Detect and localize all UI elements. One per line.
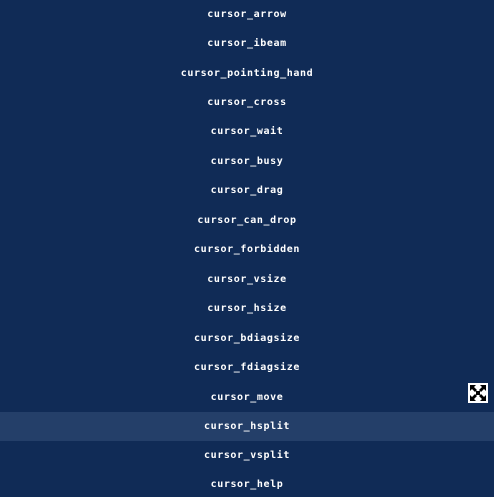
list-item-cursor-fdiagsize[interactable]: CURSOR_FDIAGSIZE bbox=[0, 353, 494, 382]
list-item-cursor-forbidden[interactable]: CURSOR_FORBIDDEN bbox=[0, 235, 494, 264]
list-item-label: CURSOR_HELP bbox=[210, 479, 284, 490]
list-item-label: CURSOR_VSIZE bbox=[207, 274, 287, 285]
list-item-cursor-can-drop[interactable]: CURSOR_CAN_DROP bbox=[0, 206, 494, 235]
list-item-cursor-pointing-hand[interactable]: CURSOR_POINTING_HAND bbox=[0, 59, 494, 88]
list-item-label: CURSOR_BDIAGSIZE bbox=[194, 333, 300, 344]
list-item-label: CURSOR_CROSS bbox=[207, 97, 287, 108]
list-item-label: CURSOR_HSPLIT bbox=[203, 421, 291, 432]
list-item-cursor-arrow[interactable]: CURSOR_ARROW bbox=[0, 0, 494, 29]
list-item-cursor-bdiagsize[interactable]: CURSOR_BDIAGSIZE bbox=[0, 324, 494, 353]
list-item-cursor-move[interactable]: CURSOR_MOVE bbox=[0, 383, 494, 412]
list-item-cursor-ibeam[interactable]: CURSOR_IBEAM bbox=[0, 29, 494, 58]
list-item-label: CURSOR_ARROW bbox=[207, 9, 287, 20]
move-cursor-icon bbox=[468, 383, 488, 403]
list-item-cursor-cross[interactable]: CURSOR_CROSS bbox=[0, 88, 494, 117]
list-item-cursor-busy[interactable]: CURSOR_BUSY bbox=[0, 147, 494, 176]
list-item-cursor-hsize[interactable]: CURSOR_HSIZE bbox=[0, 294, 494, 323]
list-item-label: CURSOR_DRAG bbox=[210, 185, 284, 196]
list-item-label: CURSOR_FDIAGSIZE bbox=[194, 362, 300, 373]
list-item-label: CURSOR_MOVE bbox=[210, 392, 284, 403]
list-item-cursor-help[interactable]: CURSOR_HELP bbox=[0, 470, 494, 497]
list-item-label: CURSOR_VSPLIT bbox=[203, 450, 291, 461]
list-item-label: CURSOR_FORBIDDEN bbox=[194, 244, 300, 255]
list-item-label: CURSOR_HSIZE bbox=[207, 303, 287, 314]
list-item-cursor-drag[interactable]: CURSOR_DRAG bbox=[0, 176, 494, 205]
list-item-cursor-wait[interactable]: CURSOR_WAIT bbox=[0, 117, 494, 146]
list-item-label: CURSOR_WAIT bbox=[210, 126, 284, 137]
list-item-cursor-vsplit[interactable]: CURSOR_VSPLIT bbox=[0, 441, 494, 470]
list-item-label: CURSOR_CAN_DROP bbox=[197, 215, 297, 226]
list-item-label: CURSOR_POINTING_HAND bbox=[180, 68, 314, 79]
list-item-label: CURSOR_IBEAM bbox=[207, 38, 287, 49]
cursor-list: CURSOR_ARROW CURSOR_IBEAM CURSOR_POINTIN… bbox=[0, 0, 494, 497]
list-item-label: CURSOR_BUSY bbox=[210, 156, 284, 167]
list-item-cursor-hsplit[interactable]: CURSOR_HSPLIT bbox=[0, 412, 494, 441]
list-item-cursor-vsize[interactable]: CURSOR_VSIZE bbox=[0, 265, 494, 294]
